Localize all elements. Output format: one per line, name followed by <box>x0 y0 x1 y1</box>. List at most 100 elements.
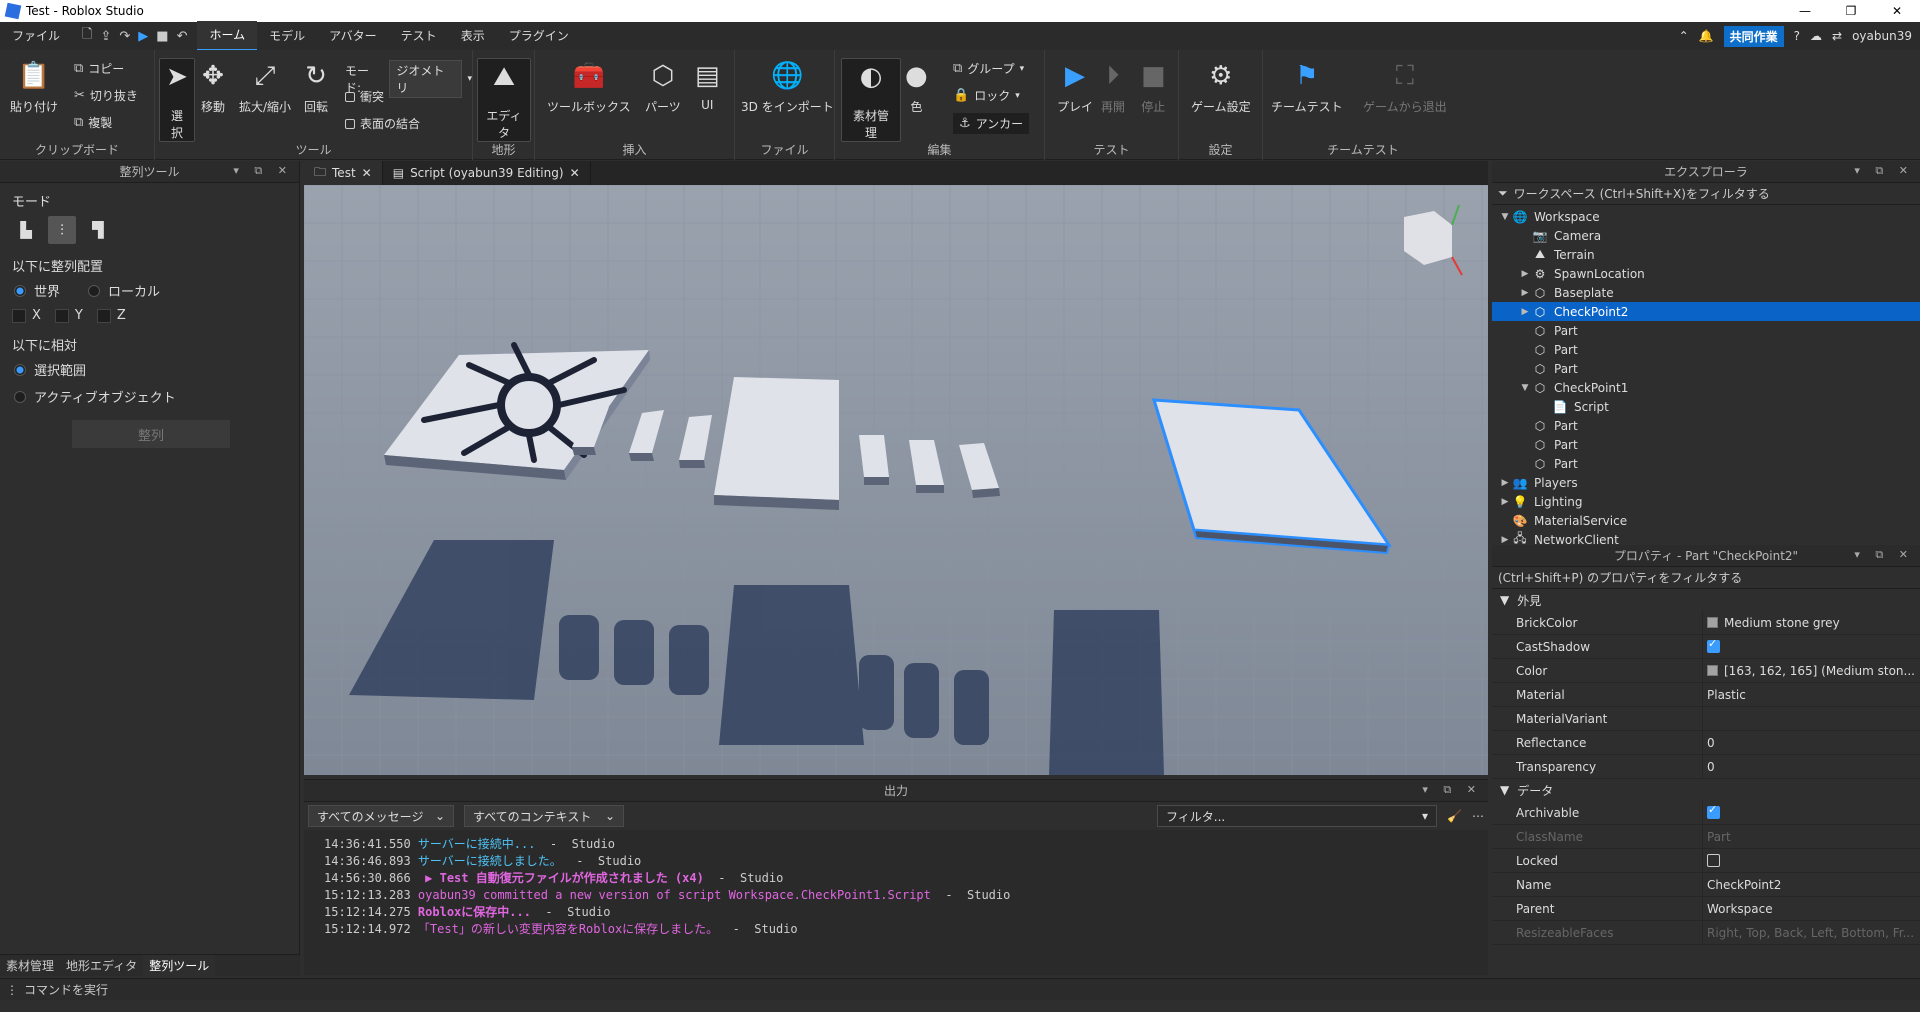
new-file-icon[interactable]: 🗋 <box>82 25 92 47</box>
property-checkbox[interactable] <box>1707 854 1720 867</box>
align-center-icon[interactable]: ⫶ <box>48 216 76 244</box>
scale-tool-button[interactable]: ⤢ 拡大/縮小 <box>239 58 291 115</box>
play-icon[interactable]: ▶ <box>138 29 148 44</box>
menu-avatar[interactable]: アバター <box>317 22 389 50</box>
property-row[interactable]: Material Plastic <box>1492 683 1920 707</box>
paste-button[interactable]: 📋 貼り付け <box>10 58 58 115</box>
more-options-icon[interactable]: ⋯ <box>1472 809 1484 823</box>
close-tab-icon[interactable]: ✕ <box>570 166 580 180</box>
world-radio[interactable]: 世界 <box>0 277 74 304</box>
property-checkbox[interactable] <box>1707 803 1720 819</box>
tree-item[interactable]: ⛰ Terrain <box>1492 245 1920 264</box>
import-3d-button[interactable]: 🌐 3D をインポート <box>741 58 834 115</box>
z-checkbox[interactable]: Z <box>96 308 126 323</box>
cut-button[interactable]: ✂ 切り抜き <box>74 87 138 104</box>
parts-button[interactable]: ⬡ パーツ <box>645 58 681 115</box>
panel-controls-icon[interactable]: ▾ ⧉ ✕ <box>1854 548 1914 562</box>
publish-icon[interactable]: ⇪ <box>100 29 111 44</box>
expand-arrow-icon[interactable]: ▶ <box>1498 535 1512 545</box>
menu-home[interactable]: ホーム <box>197 21 258 51</box>
tree-item[interactable]: ▶ 🖧 NetworkClient <box>1492 530 1920 545</box>
exit-game-button[interactable]: ⛶ ゲームから退出 <box>1363 58 1447 115</box>
context-filter-select[interactable]: すべてのコンテキスト ⌄ <box>464 805 624 827</box>
property-value[interactable]: [163, 162, 165] (Medium ston... <box>1702 659 1920 682</box>
clear-output-icon[interactable]: 🧹 <box>1447 809 1462 823</box>
tree-item[interactable]: ▶ ⬡ Baseplate <box>1492 283 1920 302</box>
property-row[interactable]: Color [163, 162, 165] (Medium ston... <box>1492 659 1920 683</box>
category-appearance[interactable]: ▼ 外見 <box>1492 589 1920 611</box>
move-tool-button[interactable]: ✥ 移動 <box>201 58 225 115</box>
copy-button[interactable]: ⧉ コピー <box>74 60 124 77</box>
cloud-icon[interactable]: ☁ <box>1810 29 1822 43</box>
undo-icon[interactable]: ↶ <box>177 29 188 44</box>
command-bar[interactable]: ⋮ コマンドを実行 <box>0 978 1920 1000</box>
property-row[interactable]: BrickColor Medium stone grey <box>1492 611 1920 635</box>
property-row[interactable]: Reflectance 0 <box>1492 731 1920 755</box>
collision-checkbox[interactable] <box>345 91 355 102</box>
color-swatch[interactable] <box>1707 617 1718 628</box>
join-surfaces-toggle[interactable]: 表面の結合 <box>345 115 420 132</box>
property-value[interactable] <box>1702 849 1920 872</box>
tree-item[interactable]: ▶ 💡 Lighting <box>1492 492 1920 511</box>
redo-icon[interactable]: ↷ <box>119 29 130 44</box>
active-object-radio[interactable]: アクティブオブジェクト <box>0 383 299 410</box>
anchor-button[interactable]: ⚓ アンカー <box>953 113 1030 134</box>
expand-arrow-icon[interactable]: ▶ <box>1498 497 1512 507</box>
menu-file[interactable]: ファイル <box>0 22 72 50</box>
property-row[interactable]: Locked <box>1492 849 1920 873</box>
tree-item[interactable]: ⬡ Part <box>1492 454 1920 473</box>
tree-item[interactable]: ▶ ⬡ CheckPoint2 <box>1492 302 1920 321</box>
menu-model[interactable]: モデル <box>257 22 317 50</box>
property-value[interactable]: Plastic <box>1702 683 1920 706</box>
user-name[interactable]: oyabun39 <box>1852 29 1912 43</box>
duplicate-button[interactable]: ⧉ 複製 <box>74 114 112 131</box>
minimize-button[interactable]: — <box>1782 0 1828 22</box>
expand-arrow-icon[interactable]: ▼ <box>1518 383 1532 393</box>
local-radio[interactable]: ローカル <box>74 277 174 304</box>
property-row[interactable]: Archivable <box>1492 801 1920 825</box>
color-button[interactable]: ● 色 <box>905 58 928 115</box>
menu-view[interactable]: 表示 <box>449 22 497 50</box>
align-button[interactable]: 整列 <box>72 420 230 448</box>
panel-controls-icon[interactable]: ▾ ⧉ ✕ <box>233 164 293 178</box>
property-row[interactable]: CastShadow <box>1492 635 1920 659</box>
tree-item[interactable]: ▶ 👥 Players <box>1492 473 1920 492</box>
x-checkbox[interactable]: X <box>12 308 41 323</box>
tree-item[interactable]: ▼ ⬡ CheckPoint1 <box>1492 378 1920 397</box>
stop-icon[interactable]: ■ <box>156 29 168 44</box>
tab-test[interactable]: 🗀 Test ✕ <box>304 161 383 185</box>
property-value[interactable]: 0 <box>1702 755 1920 778</box>
explorer-filter[interactable]: ⏷ ワークスペース (Ctrl+Shift+X)をフィルタする <box>1492 183 1920 205</box>
tree-item[interactable]: 🎨 MaterialService <box>1492 511 1920 530</box>
tab-terrain-editor[interactable]: 地形エディタ <box>60 955 143 976</box>
tree-item[interactable]: ⬡ Part <box>1492 359 1920 378</box>
large-part-middle[interactable] <box>714 377 839 510</box>
property-value[interactable]: Right, Top, Back, Left, Bottom, Fr... <box>1702 921 1920 944</box>
team-test-button[interactable]: ⚑ チームテスト <box>1271 58 1343 115</box>
tree-item[interactable]: 📄 Script <box>1492 397 1920 416</box>
tree-item[interactable]: ⬡ Part <box>1492 416 1920 435</box>
lock-button[interactable]: 🔒 ロック ▾ <box>953 87 1020 104</box>
toolbox-button[interactable]: 🧰 ツールボックス <box>547 58 631 115</box>
expand-arrow-icon[interactable]: ▶ <box>1518 307 1532 317</box>
selection-radio[interactable]: 選択範囲 <box>0 356 299 383</box>
tab-script[interactable]: ▤ Script (oyabun39 Editing) ✕ <box>383 161 591 185</box>
property-row[interactable]: Parent Workspace <box>1492 897 1920 921</box>
close-tab-icon[interactable]: ✕ <box>362 166 372 180</box>
collision-toggle[interactable]: 衝突 <box>345 88 384 105</box>
tab-material-manager[interactable]: 素材管理 <box>0 955 60 976</box>
property-value[interactable] <box>1702 635 1920 658</box>
collaborate-button[interactable]: 共同作業 <box>1723 25 1784 47</box>
game-settings-button[interactable]: ⚙ ゲーム設定 <box>1191 58 1251 115</box>
tree-item[interactable]: ⬡ Part <box>1492 340 1920 359</box>
share-icon[interactable]: ⇄ <box>1832 29 1842 43</box>
maximize-button[interactable]: ❐ <box>1828 0 1874 22</box>
properties-filter[interactable]: (Ctrl+Shift+P) のプロパティをフィルタする <box>1492 567 1920 589</box>
color-swatch[interactable] <box>1707 665 1718 676</box>
output-filter-input[interactable]: フィルタ... ▾ <box>1157 805 1438 827</box>
help-icon[interactable]: ? <box>1794 29 1800 43</box>
panel-controls-icon[interactable]: ▾ ⧉ ✕ <box>1854 164 1914 178</box>
expand-arrow-icon[interactable]: ▶ <box>1518 288 1532 298</box>
property-row[interactable]: Transparency 0 <box>1492 755 1920 779</box>
align-max-icon[interactable]: ▜ <box>84 216 112 244</box>
